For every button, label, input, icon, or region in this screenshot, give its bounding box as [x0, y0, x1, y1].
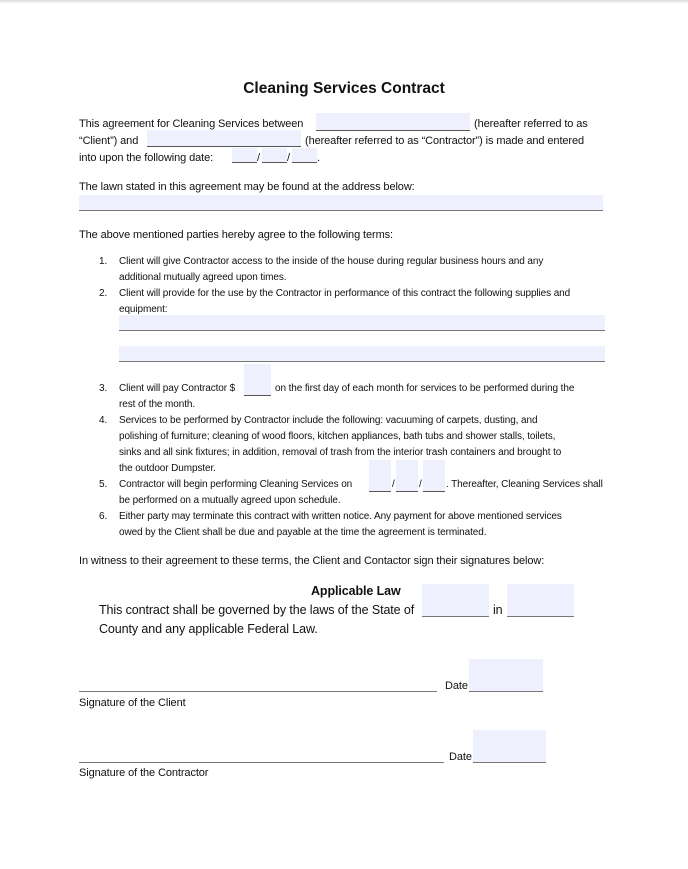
term-number: 5. [99, 479, 108, 490]
client-name-field[interactable] [316, 113, 470, 131]
intro-line-2-end: (hereafter referred to as “Contractor”) … [305, 135, 585, 147]
state-underline [422, 616, 489, 617]
agreement-day-underline [262, 162, 287, 163]
date-separator: / [257, 152, 260, 164]
agreement-year-field[interactable] [292, 148, 317, 163]
applicable-law-heading: Applicable Law [311, 584, 401, 598]
agreement-month-underline [232, 162, 257, 163]
client-date-underline [469, 691, 543, 692]
applicable-law-in: in [493, 603, 503, 617]
county-field[interactable] [507, 584, 574, 617]
address-intro: The lawn stated in this agreement may be… [79, 181, 415, 193]
term-6-line-1: Either party may terminate this contract… [119, 511, 562, 522]
terms-intro: The above mentioned parties hereby agree… [79, 229, 394, 241]
supplies-line-2-underline [119, 361, 605, 362]
contractor-date-label: Date [449, 751, 472, 763]
contractor-name-underline [147, 146, 301, 147]
intro-line-3: into upon the following date: [79, 152, 214, 164]
term-1-line-2: additional mutually agreed upon times. [119, 272, 287, 283]
client-date-label: Date [445, 680, 468, 692]
term-number: 1. [99, 256, 108, 267]
address-field[interactable] [79, 195, 603, 210]
date-separator: / [419, 479, 422, 490]
intro-line-2-start: “Client”) and [79, 135, 139, 147]
witness-statement: In witness to their agreement to these t… [79, 555, 545, 567]
start-day-underline [396, 491, 418, 492]
document-title: Cleaning Services Contract [243, 80, 445, 97]
county-underline [507, 616, 574, 617]
term-number: 4. [99, 415, 108, 426]
page-top-shadow [0, 0, 688, 4]
term-3-line-1-end: on the first day of each month for servi… [275, 383, 575, 394]
term-3-line-1-start: Client will pay Contractor $ [119, 383, 236, 394]
start-year-underline [423, 491, 445, 492]
applicable-law-line-1: This contract shall be governed by the l… [99, 603, 415, 617]
period: . [317, 152, 320, 164]
supplies-line-1-field[interactable] [119, 315, 605, 331]
contractor-signature-line[interactable] [79, 762, 444, 763]
contractor-date-field[interactable] [473, 730, 546, 763]
term-5-line-1-start: Contractor will begin performing Cleanin… [119, 479, 353, 490]
agreement-year-underline [292, 162, 317, 163]
contractor-signature-label: Signature of the Contractor [79, 767, 209, 779]
term-4-line-4: the outdoor Dumpster. [119, 463, 216, 474]
client-date-field[interactable] [469, 659, 543, 692]
applicable-law-line-2: County and any applicable Federal Law. [99, 622, 318, 636]
monthly-payment-field[interactable] [244, 364, 271, 396]
term-5-line-1-end: . Thereafter, Cleaning Services shall [446, 479, 603, 490]
client-signature-line[interactable] [79, 691, 437, 692]
term-2-line-1: Client will provide for the use by the C… [119, 288, 571, 299]
contractor-date-underline [473, 762, 546, 763]
intro-line-1-end: (hereafter referred to as [474, 118, 588, 130]
date-separator: / [287, 152, 290, 164]
term-number: 2. [99, 288, 108, 299]
term-number: 3. [99, 383, 108, 394]
monthly-payment-underline [244, 395, 271, 396]
term-1-line-1: Client will give Contractor access to th… [119, 256, 544, 267]
start-day-field[interactable] [396, 460, 418, 492]
term-3-line-2: rest of the month. [119, 399, 196, 410]
date-separator: / [392, 479, 395, 490]
term-4-line-2: polishing of furniture; cleaning of wood… [119, 431, 556, 442]
supplies-line-2-field[interactable] [119, 346, 605, 362]
term-number: 6. [99, 511, 108, 522]
client-name-underline [316, 130, 470, 131]
agreement-day-field[interactable] [262, 148, 287, 163]
state-field[interactable] [422, 584, 489, 617]
term-5-line-2: be performed on a mutually agreed upon s… [119, 495, 341, 506]
start-year-field[interactable] [423, 460, 445, 492]
term-6-line-2: owed by the Client shall be due and paya… [119, 527, 487, 538]
start-month-underline [369, 491, 391, 492]
address-underline [79, 210, 603, 211]
contractor-name-field[interactable] [147, 130, 301, 147]
agreement-month-field[interactable] [232, 148, 257, 163]
client-signature-label: Signature of the Client [79, 697, 186, 709]
term-4-line-1: Services to be performed by Contractor i… [119, 415, 538, 426]
supplies-line-1-underline [119, 330, 605, 331]
term-4-line-3: sinks and all sink fixtures; in addition… [119, 447, 562, 458]
start-month-field[interactable] [369, 460, 391, 492]
